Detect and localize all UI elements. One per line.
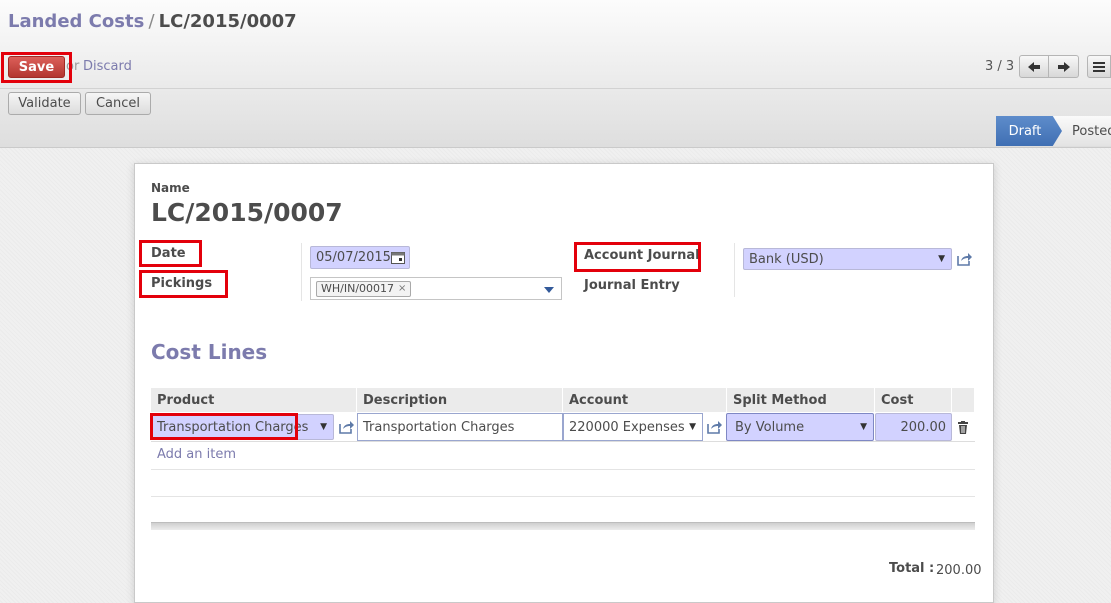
add-item-link[interactable]: Add an item <box>157 447 236 462</box>
pager-counter: 3 / 3 <box>985 59 1015 74</box>
breadcrumb: Landed Costs / LC/2015/0007 <box>8 11 297 32</box>
breadcrumb-separator: / <box>148 11 155 32</box>
calendar-icon[interactable] <box>391 252 405 264</box>
empty-row-line <box>151 496 975 497</box>
external-link-icon[interactable] <box>706 420 723 434</box>
chevron-down-icon: ▼ <box>689 422 696 432</box>
account-journal-value: Bank (USD) <box>749 251 824 267</box>
column-header-split-method[interactable]: Split Method <box>727 388 875 412</box>
account-journal-select[interactable]: Bank (USD) ▼ <box>743 248 952 270</box>
product-select[interactable]: Transportation Charges ▼ <box>152 414 334 440</box>
status-step-draft[interactable]: Draft <box>996 116 1062 146</box>
account-select[interactable]: 220000 Expenses ▼ <box>563 413 703 441</box>
split-method-value: By Volume <box>735 419 805 435</box>
chevron-down-icon: ▼ <box>320 422 327 432</box>
account-journal-label: Account Journal <box>584 248 700 263</box>
name-label: Name <box>151 181 190 195</box>
column-divider <box>301 243 302 301</box>
arrow-left-icon <box>1028 61 1040 72</box>
external-link-icon[interactable] <box>338 420 355 434</box>
column-header-cost[interactable]: Cost <box>875 388 952 412</box>
cost-input[interactable]: 200.00 <box>875 413 952 441</box>
dropdown-caret-icon[interactable] <box>544 287 554 293</box>
column-divider-2 <box>734 243 735 297</box>
status-posted-label: Posted <box>1072 123 1111 139</box>
breadcrumb-parent-link[interactable]: Landed Costs <box>8 11 144 32</box>
pager-next-button[interactable] <box>1049 55 1079 78</box>
column-header-actions <box>952 388 975 412</box>
cost-lines-title: Cost Lines <box>151 340 268 364</box>
table-footer <box>151 522 975 530</box>
date-value: 05/07/2015 <box>316 250 391 265</box>
cancel-button[interactable]: Cancel <box>85 92 151 115</box>
view-menu-button[interactable] <box>1087 55 1111 78</box>
chevron-down-icon: ▼ <box>860 422 867 432</box>
validate-button[interactable]: Validate <box>8 92 81 115</box>
account-value: 220000 Expenses <box>569 419 685 435</box>
split-method-select[interactable]: By Volume ▼ <box>726 413 874 441</box>
picking-tag-label: WH/IN/00017 <box>321 282 395 295</box>
trash-icon[interactable] <box>958 421 968 434</box>
pager-prev-button[interactable] <box>1019 55 1049 78</box>
pickings-field[interactable]: WH/IN/00017 × <box>310 277 562 300</box>
description-value: Transportation Charges <box>363 419 515 435</box>
column-header-account[interactable]: Account <box>563 388 727 412</box>
header-divider <box>0 88 1111 89</box>
date-label: Date <box>151 246 186 261</box>
empty-row-line <box>151 469 975 470</box>
save-button[interactable]: Save <box>8 56 65 78</box>
picking-tag: WH/IN/00017 × <box>316 280 412 297</box>
column-header-product[interactable]: Product <box>151 388 357 412</box>
description-input[interactable]: Transportation Charges <box>357 413 563 441</box>
hamburger-icon <box>1093 61 1105 72</box>
arrow-right-icon <box>1057 61 1070 72</box>
external-link-icon[interactable] <box>956 252 973 266</box>
date-field[interactable]: 05/07/2015 <box>310 246 410 269</box>
breadcrumb-current: LC/2015/0007 <box>158 11 297 32</box>
total-label: Total : <box>889 561 935 576</box>
discard-link[interactable]: Discard <box>83 59 132 74</box>
cost-value: 200.00 <box>900 419 947 435</box>
form-sheet <box>134 163 994 603</box>
chevron-down-icon: ▼ <box>938 254 945 264</box>
column-header-description[interactable]: Description <box>357 388 563 412</box>
pickings-label: Pickings <box>151 276 213 291</box>
or-label: or <box>66 59 80 74</box>
tag-remove-icon[interactable]: × <box>398 283 406 294</box>
record-name[interactable]: LC/2015/0007 <box>151 198 343 227</box>
journal-entry-label: Journal Entry <box>584 278 680 293</box>
total-value: 200.00 <box>936 563 982 578</box>
status-draft-label: Draft <box>1008 123 1042 139</box>
product-value: Transportation Charges <box>157 419 309 435</box>
